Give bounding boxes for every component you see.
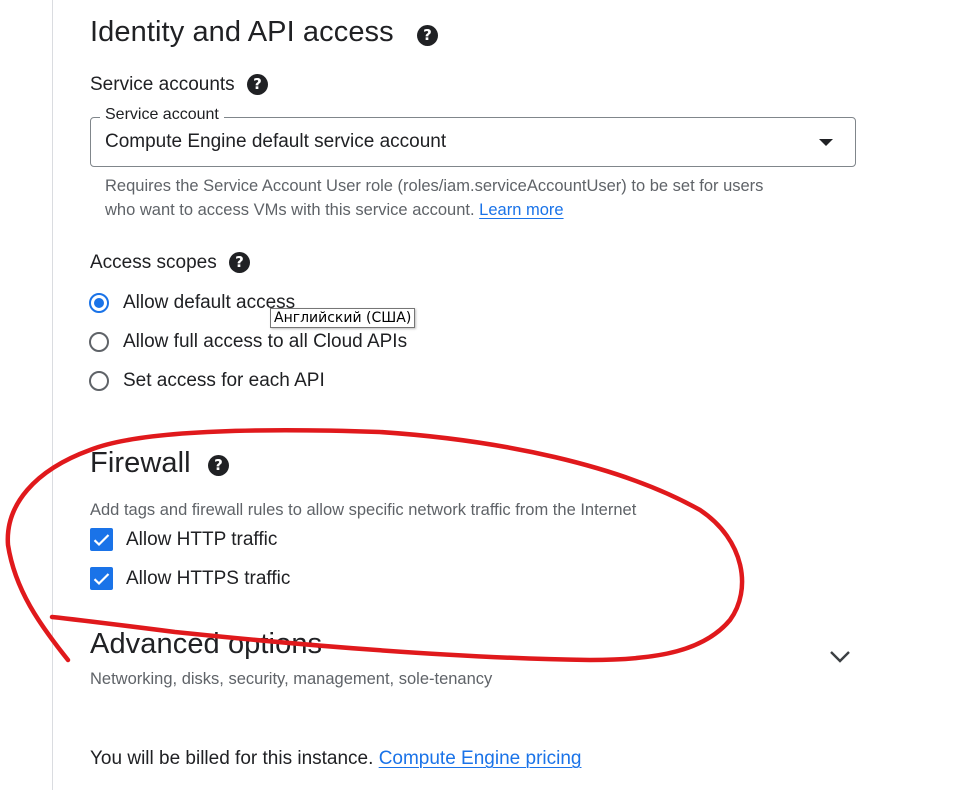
- help-icon[interactable]: ?: [417, 25, 438, 46]
- radio-button-checked[interactable]: [89, 293, 109, 313]
- firewall-title: Firewall: [90, 447, 191, 479]
- firewall-description: Add tags and firewall rules to allow spe…: [90, 501, 637, 519]
- help-text-line: Requires the Service Account User role (…: [105, 177, 764, 195]
- check-icon: [93, 533, 110, 546]
- radio-button[interactable]: [89, 371, 109, 391]
- checkbox-checked[interactable]: [90, 567, 113, 590]
- checkbox-allow-http[interactable]: Allow HTTP traffic: [90, 528, 277, 551]
- service-account-select[interactable]: Service account Compute Engine default s…: [90, 106, 856, 167]
- chevron-down-icon[interactable]: [826, 647, 854, 667]
- service-account-select-label: Service account: [100, 106, 224, 124]
- checkbox-checked[interactable]: [90, 528, 113, 551]
- language-tooltip: Английский (США): [270, 308, 416, 328]
- radio-allow-default-access[interactable]: Allow default access: [89, 292, 295, 314]
- service-account-select-value: Compute Engine default service account: [105, 131, 447, 152]
- billing-text: You will be billed for this instance.: [90, 748, 374, 769]
- identity-title-text: Identity and API access: [90, 16, 394, 48]
- learn-more-link[interactable]: Learn more: [479, 201, 563, 219]
- service-account-help-text: Requires the Service Account User role (…: [105, 174, 763, 222]
- help-icon[interactable]: ?: [229, 252, 250, 273]
- access-scopes-label: Access scopes: [90, 252, 217, 273]
- advanced-options-subtitle: Networking, disks, security, management,…: [90, 670, 493, 688]
- help-icon[interactable]: ?: [208, 455, 229, 476]
- help-text-line: who want to access VMs with this service…: [105, 201, 475, 219]
- radio-button[interactable]: [89, 332, 109, 352]
- help-icon[interactable]: ?: [247, 74, 268, 95]
- billing-notice: You will be billed for this instance. Co…: [90, 748, 581, 770]
- caret-down-icon: [819, 139, 833, 146]
- checkbox-label: Allow HTTPS traffic: [126, 567, 291, 589]
- check-icon: [93, 572, 110, 585]
- checkbox-allow-https[interactable]: Allow HTTPS traffic: [90, 567, 290, 590]
- service-accounts-label: Service accounts: [90, 74, 235, 95]
- radio-label: Set access for each API: [123, 370, 325, 391]
- identity-section-title: Identity and API access: [90, 16, 394, 49]
- radio-allow-full-access[interactable]: Allow full access to all Cloud APIs: [89, 331, 407, 353]
- radio-label: Allow full access to all Cloud APIs: [123, 331, 408, 352]
- compute-engine-pricing-link[interactable]: Compute Engine pricing: [379, 748, 582, 769]
- radio-set-access-each-api[interactable]: Set access for each API: [89, 370, 325, 392]
- left-divider: [52, 0, 53, 790]
- checkbox-label: Allow HTTP traffic: [126, 528, 278, 550]
- advanced-options-title[interactable]: Advanced options: [90, 628, 322, 661]
